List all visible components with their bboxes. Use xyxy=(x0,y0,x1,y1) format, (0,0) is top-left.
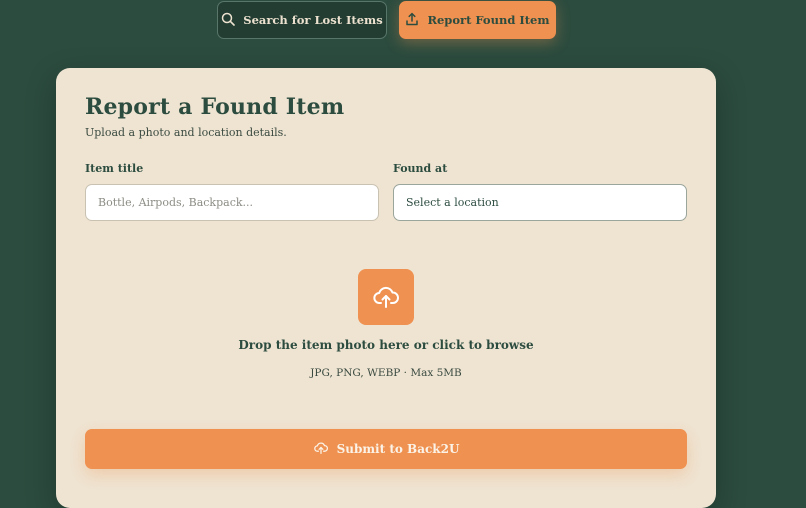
tab-report-found-item[interactable]: Report Found Item xyxy=(399,1,556,39)
report-form-card: Report a Found Item Upload a photo and l… xyxy=(56,68,716,508)
found-at-select[interactable]: Select a location xyxy=(393,184,687,221)
item-title-input[interactable] xyxy=(85,184,379,221)
tab-report-label: Report Found Item xyxy=(427,13,550,27)
upload-icon xyxy=(405,12,419,29)
page-title: Report a Found Item xyxy=(85,94,345,120)
tab-search-label: Search for Lost Items xyxy=(243,13,383,27)
found-at-label: Found at xyxy=(393,162,448,175)
photo-dropzone[interactable]: Drop the item photo here or click to bro… xyxy=(56,258,716,398)
top-tabs: Search for Lost Items Report Found Item xyxy=(217,1,556,39)
submit-button[interactable]: Submit to Back2U xyxy=(85,429,687,469)
submit-button-label: Submit to Back2U xyxy=(336,442,460,456)
tab-search-lost-items[interactable]: Search for Lost Items xyxy=(217,1,387,39)
dropzone-title: Drop the item photo here or click to bro… xyxy=(238,338,534,352)
search-icon xyxy=(221,12,236,29)
dropzone-hint: JPG, PNG, WEBP · Max 5MB xyxy=(310,367,462,379)
cloud-upload-icon xyxy=(358,269,414,325)
page-subtitle: Upload a photo and location details. xyxy=(85,126,287,139)
item-title-label: Item title xyxy=(85,162,144,175)
cloud-upload-icon xyxy=(313,440,329,459)
found-at-selected-value: Select a location xyxy=(406,196,499,209)
